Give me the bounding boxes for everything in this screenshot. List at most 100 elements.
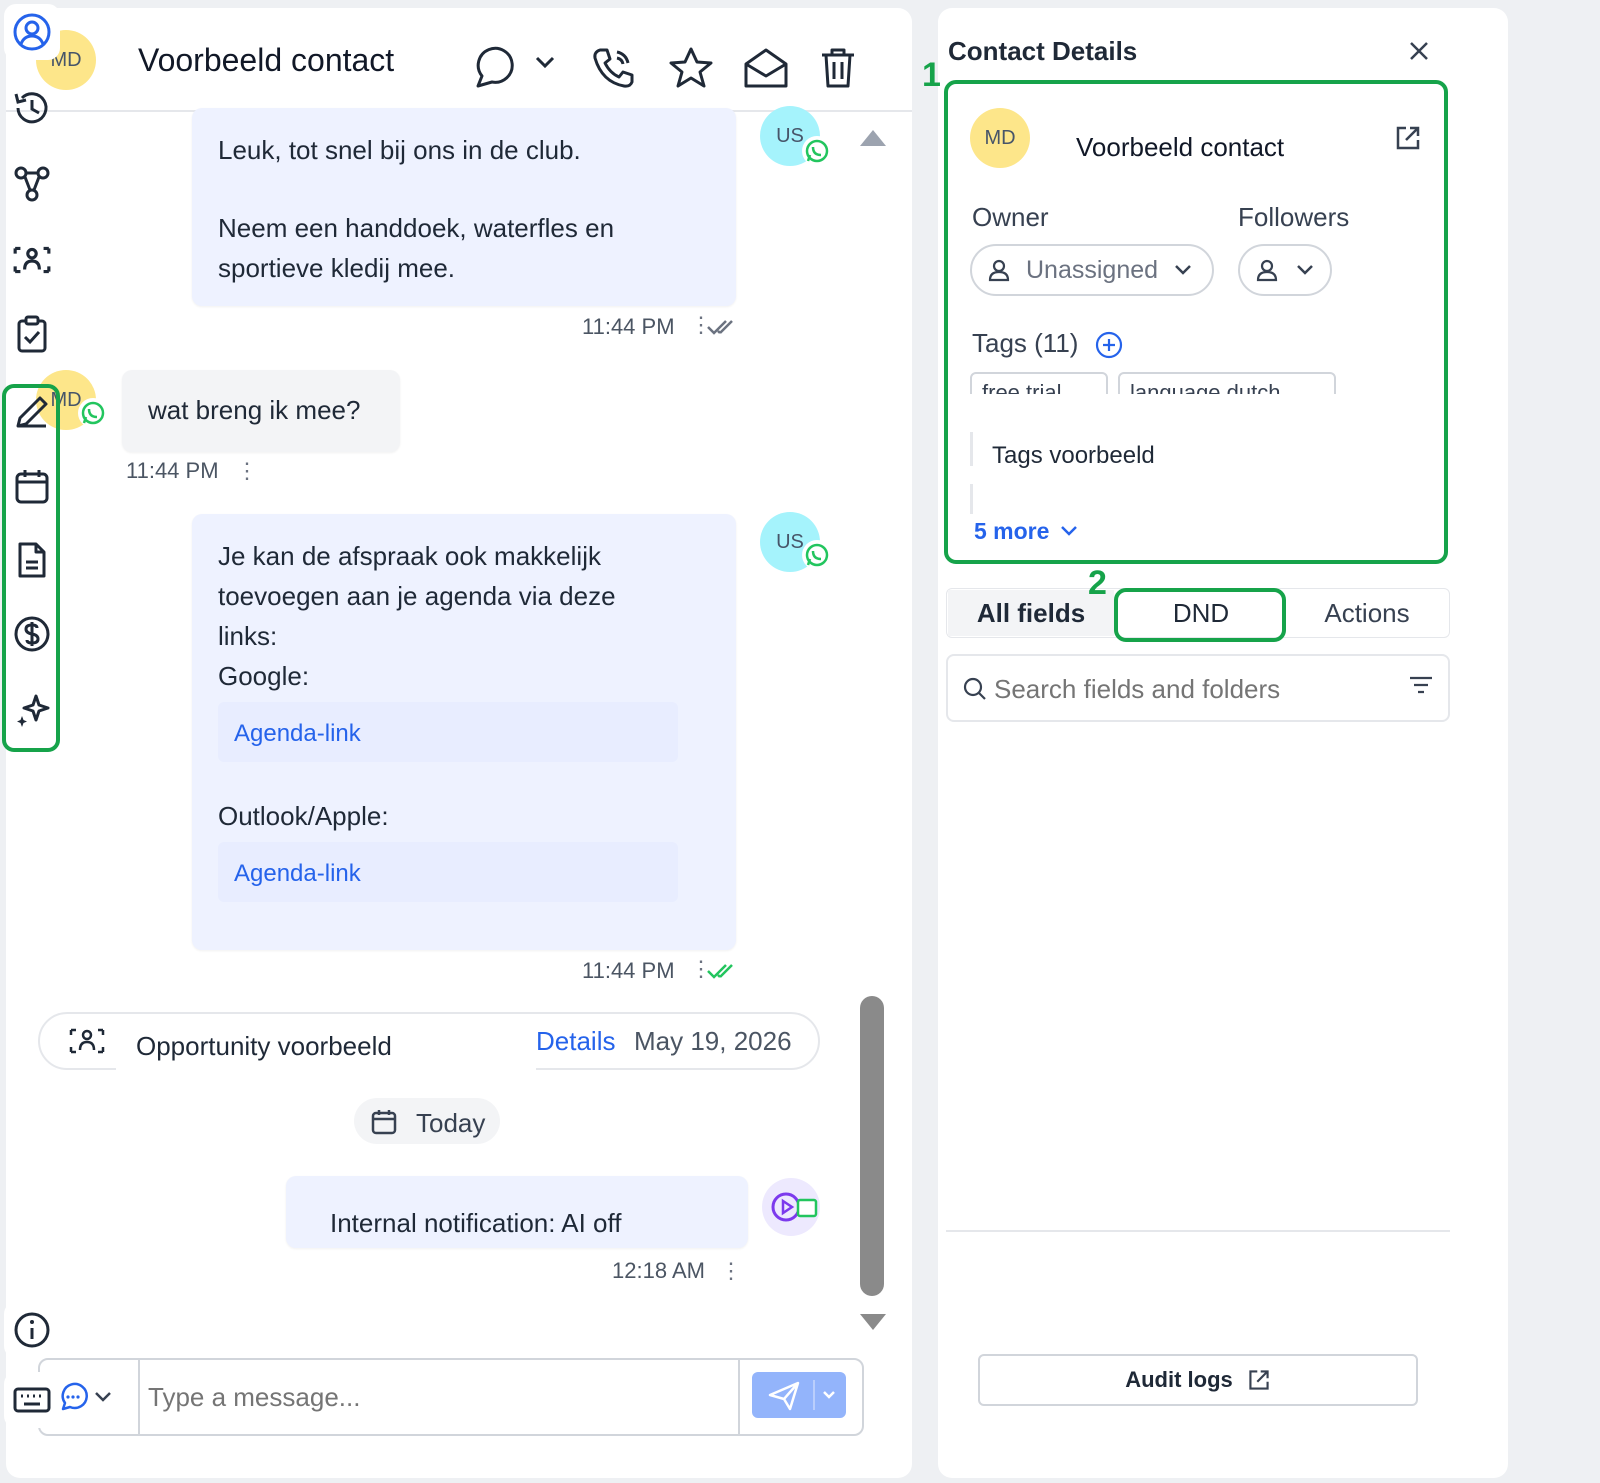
panel-title: Contact Details	[948, 36, 1138, 66]
contact-details-panel: Contact Details 1 MD Voorbeeld contact O…	[922, 8, 1508, 1478]
user-circle-icon	[13, 13, 51, 51]
tags-example-text: Tags voorbeeld	[992, 442, 1155, 469]
annotation-number: 1	[922, 56, 941, 94]
send-button[interactable]	[752, 1372, 846, 1418]
message-bubble-incoming: wat breng ik mee?	[122, 370, 400, 452]
link-card: Agenda-link	[218, 702, 678, 762]
history-icon	[14, 92, 48, 124]
composer-divider	[738, 1360, 740, 1434]
followers-label: Followers	[1238, 202, 1350, 232]
rail-history-button[interactable]	[4, 80, 60, 136]
rail-ai-button[interactable]	[4, 682, 60, 738]
message-time: 12:18 AM	[612, 1258, 705, 1283]
rail-documents-button[interactable]	[4, 532, 60, 588]
rail-payments-button[interactable]	[4, 606, 60, 662]
annotation-box-dnd	[1114, 588, 1286, 642]
chevron-down-icon[interactable]	[1060, 524, 1078, 538]
message-bubble-outgoing: Leuk, tot snel bij ons in de club. Neem …	[192, 108, 736, 306]
double-check-icon	[706, 962, 740, 980]
message-text: sportieve kledij mee.	[218, 253, 455, 283]
workflow-icon	[14, 166, 50, 202]
owner-label: Owner	[972, 202, 1049, 232]
channel-chat-icon[interactable]	[58, 1382, 88, 1412]
rail-opportunity-button[interactable]	[4, 232, 60, 288]
message-bubble-outgoing: Je kan de afspraak ook makkelijk toevoeg…	[192, 514, 736, 950]
search-fields-input[interactable]	[992, 664, 1396, 714]
tab-actions[interactable]: Actions	[1284, 590, 1450, 636]
footer-divider	[946, 1230, 1450, 1232]
contact-avatar: MD	[970, 108, 1030, 168]
message-text: Google:	[218, 661, 310, 691]
opportunity-date: May 19, 2026	[634, 1026, 792, 1056]
rail-notes-button[interactable]	[4, 384, 60, 440]
pencil-icon	[16, 396, 48, 428]
clipboard-check-icon	[17, 315, 47, 353]
message-text: Neem een handdoek, waterfles en	[218, 213, 615, 243]
calendar-icon	[15, 470, 49, 504]
tag-chip-edge	[970, 484, 973, 514]
rail-tasks-button[interactable]	[4, 306, 60, 362]
document-icon	[18, 542, 46, 578]
rail-workflow-button[interactable]	[4, 156, 60, 212]
owner-value: Unassigned	[1026, 255, 1159, 284]
chevron-down-icon[interactable]	[534, 54, 556, 70]
rail-contact-button[interactable]	[4, 4, 60, 60]
scroll-down-icon[interactable]	[858, 1310, 888, 1334]
whatsapp-icon	[78, 398, 108, 428]
trash-icon[interactable]	[818, 46, 858, 90]
opportunity-icon	[68, 1026, 106, 1056]
opportunity-icon	[13, 246, 51, 274]
opportunity-details-link[interactable]: Details	[536, 1026, 615, 1057]
tag-chip[interactable]: language dutch	[1118, 372, 1336, 394]
contact-name: Voorbeeld contact	[1076, 132, 1285, 162]
calendar-icon	[370, 1108, 398, 1136]
scrollbar-thumb[interactable]	[860, 996, 884, 1296]
owner-select[interactable]: Unassigned	[970, 244, 1214, 296]
user-icon	[1256, 259, 1278, 282]
phone-icon[interactable]	[590, 46, 636, 90]
outlook-calendar-link[interactable]: Agenda-link	[234, 860, 361, 887]
tags-label: Tags (11)	[972, 328, 1079, 358]
tag-chip-edge	[970, 432, 973, 466]
chevron-down-icon	[1175, 265, 1191, 275]
filter-icon[interactable]	[1408, 674, 1434, 696]
today-label: Today	[416, 1108, 486, 1138]
mail-open-icon[interactable]	[742, 46, 790, 90]
composer-divider	[138, 1360, 140, 1434]
message-text: Leuk, tot snel bij ons in de club.	[218, 135, 581, 165]
link-card: Agenda-link	[218, 842, 678, 902]
add-tag-icon[interactable]	[1094, 330, 1124, 360]
internal-notification: Internal notification: AI off	[286, 1176, 748, 1248]
chat-bubble-icon[interactable]	[472, 46, 520, 90]
external-link-icon[interactable]	[1394, 124, 1422, 152]
rail-info-button[interactable]	[4, 1302, 60, 1358]
more-vertical-icon[interactable]: ⋮	[720, 1258, 742, 1284]
external-link-icon	[1249, 1370, 1269, 1390]
annotation-number: 2	[1088, 564, 1107, 602]
bot-avatar	[762, 1178, 820, 1236]
followers-select[interactable]	[1238, 244, 1332, 296]
audit-logs-label: Audit logs	[1125, 1367, 1233, 1392]
close-icon[interactable]	[1408, 40, 1430, 62]
scroll-up-icon[interactable]	[858, 126, 888, 150]
contact-name: Voorbeeld contact	[116, 32, 470, 88]
star-icon[interactable]	[668, 46, 714, 90]
tag-chip[interactable]: free trial	[970, 372, 1108, 394]
more-vertical-icon[interactable]: ⋮	[236, 458, 258, 484]
rail-calendar-button[interactable]	[4, 458, 60, 514]
opportunity-name: Opportunity voorbeeld	[116, 1022, 536, 1070]
sparkle-icon	[17, 694, 50, 727]
audit-logs-button[interactable]: Audit logs	[978, 1354, 1418, 1406]
message-time: 11:44 PM	[582, 314, 675, 339]
whatsapp-icon	[802, 540, 832, 570]
tag-list: free trial language dutch	[970, 372, 1450, 394]
more-tags-link[interactable]: 5 more	[974, 518, 1049, 545]
message-time: 11:44 PM	[582, 958, 675, 983]
chevron-down-icon[interactable]	[94, 1390, 112, 1404]
message-text: Je kan de afspraak ook makkelijk	[218, 541, 601, 571]
message-text: toevoegen aan je agenda via deze	[218, 581, 616, 611]
rail-keyboard-button[interactable]	[4, 1372, 60, 1428]
message-input[interactable]	[146, 1368, 730, 1426]
double-check-icon	[706, 318, 740, 336]
google-calendar-link[interactable]: Agenda-link	[234, 720, 361, 747]
